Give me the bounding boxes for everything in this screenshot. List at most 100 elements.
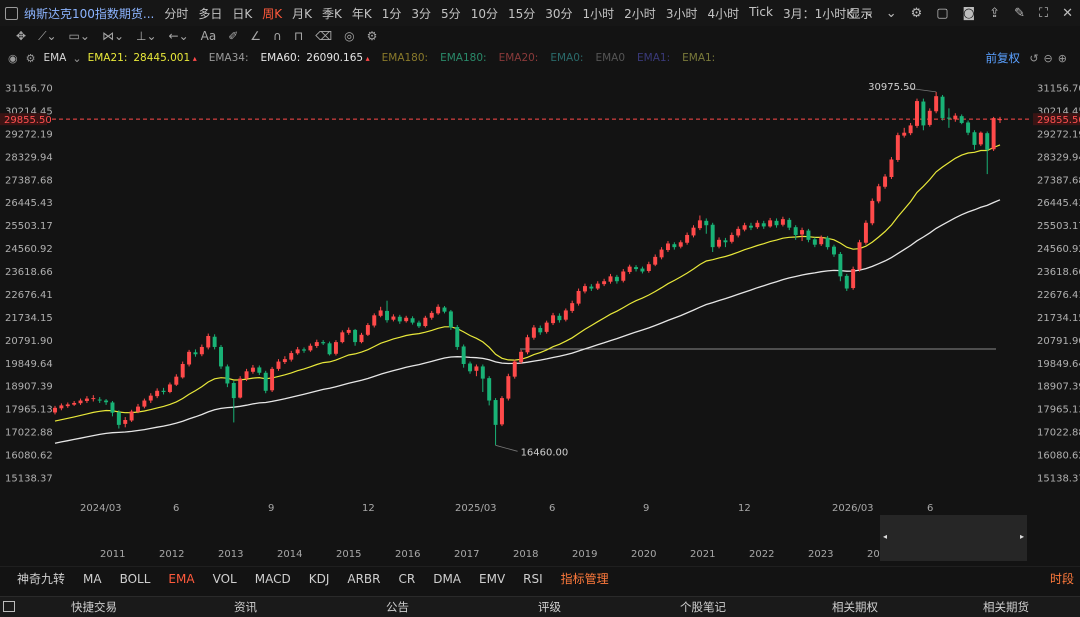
candle[interactable] [436,304,441,315]
candle[interactable] [129,409,134,422]
candle[interactable] [921,98,926,131]
tab-ma[interactable]: MA [83,572,102,586]
settings-icon[interactable]: ⚙ [26,52,36,65]
candle[interactable] [812,237,817,248]
candle[interactable] [697,215,702,231]
candle[interactable] [729,232,734,244]
candle[interactable] [608,273,613,284]
candle[interactable] [665,241,670,253]
candle[interactable] [123,417,128,428]
candle[interactable] [876,183,881,204]
candle[interactable] [646,261,651,273]
candle[interactable] [59,403,64,411]
candle[interactable] [614,274,619,284]
candle[interactable] [857,239,862,272]
period-14[interactable]: 2小时 [624,5,656,22]
candle[interactable] [557,313,562,323]
candle[interactable] [340,330,345,344]
close-icon[interactable]: ✕ [1062,6,1073,21]
period-15[interactable]: 3小时 [666,5,698,22]
candle[interactable] [780,216,785,227]
period-1[interactable]: 多日 [198,5,222,22]
fullscreen-icon[interactable]: ⛶ [1039,6,1048,21]
candle[interactable] [468,361,473,374]
period-11[interactable]: 15分 [508,5,535,22]
fib-tool-icon[interactable]: ⊥⌄ [136,29,157,43]
candle[interactable] [640,266,645,274]
tab-macd[interactable]: MACD [255,572,291,586]
candle[interactable] [972,130,977,150]
candle[interactable] [257,365,262,375]
candle[interactable] [717,237,722,249]
crosshair-icon[interactable]: ✥ [16,29,26,43]
period-2[interactable]: 日K [232,5,252,22]
period-4[interactable]: 月K [292,5,312,22]
candle[interactable] [844,273,849,291]
period-16[interactable]: 4小时 [707,5,739,22]
candle[interactable] [480,364,485,393]
candle[interactable] [206,333,211,350]
candle[interactable] [538,325,543,335]
candle[interactable] [576,288,581,306]
tab-emv[interactable]: EMV [479,572,505,586]
candle[interactable] [391,314,396,322]
restore-rights-button[interactable]: 前复权 [986,50,1021,66]
tab-dma[interactable]: DMA [433,572,461,586]
candle[interactable] [487,376,492,406]
nav-related-options[interactable]: 相关期权 [832,599,878,615]
period-segment-button[interactable]: 时段 [1050,570,1074,587]
candle[interactable] [519,349,524,365]
tab-boll[interactable]: BOLL [120,572,151,586]
panel-toggle-icon[interactable] [3,601,15,612]
period-18[interactable]: 3月：1小时K [783,5,854,22]
lock-icon[interactable]: ⊓ [294,29,303,43]
candle[interactable] [653,254,658,267]
candle[interactable] [953,113,958,122]
candle[interactable] [832,244,836,257]
candle[interactable] [915,98,919,128]
candle[interactable] [461,344,466,368]
candle[interactable] [155,388,160,399]
candle[interactable] [148,393,153,403]
candle[interactable] [270,366,275,393]
candle[interactable] [774,218,779,228]
candle[interactable] [372,313,377,328]
candle[interactable] [736,226,741,238]
tab-arbr[interactable]: ARBR [347,572,380,586]
candle[interactable] [167,382,172,394]
candle[interactable] [493,398,498,446]
candle[interactable] [346,327,351,335]
candle[interactable] [704,218,709,234]
candle[interactable] [282,356,287,365]
candle[interactable] [359,332,364,344]
candle[interactable] [193,349,198,357]
brush-icon[interactable]: ✐ [228,29,238,43]
candle[interactable] [455,325,460,350]
eraser-icon[interactable]: ⌫ [315,29,332,43]
candle[interactable] [870,198,875,226]
candle[interactable] [110,401,115,417]
candle[interactable] [404,315,409,323]
nav-related-futures[interactable]: 相关期货 [983,599,1029,615]
candle[interactable] [570,300,575,313]
candle[interactable] [442,306,447,314]
candle[interactable] [966,120,971,136]
candle[interactable] [219,345,223,369]
period-6[interactable]: 年K [352,5,372,22]
candle[interactable] [940,94,945,121]
candle[interactable] [742,222,747,232]
candle[interactable] [895,132,900,162]
candle[interactable] [959,114,964,125]
candle[interactable] [512,359,517,379]
candle[interactable] [263,370,268,394]
candle[interactable] [927,108,932,127]
candle[interactable] [806,228,811,243]
candle[interactable] [231,381,236,423]
candle[interactable] [276,359,281,371]
period-5[interactable]: 季K [322,5,342,22]
price-chart[interactable]: 31156.70 31156.7030214.45 30214.4529272.19… [0,70,1080,500]
candle[interactable] [723,237,728,248]
tab-ema[interactable]: EMA [168,572,194,586]
candle[interactable] [302,347,306,353]
candle[interactable] [104,399,109,405]
